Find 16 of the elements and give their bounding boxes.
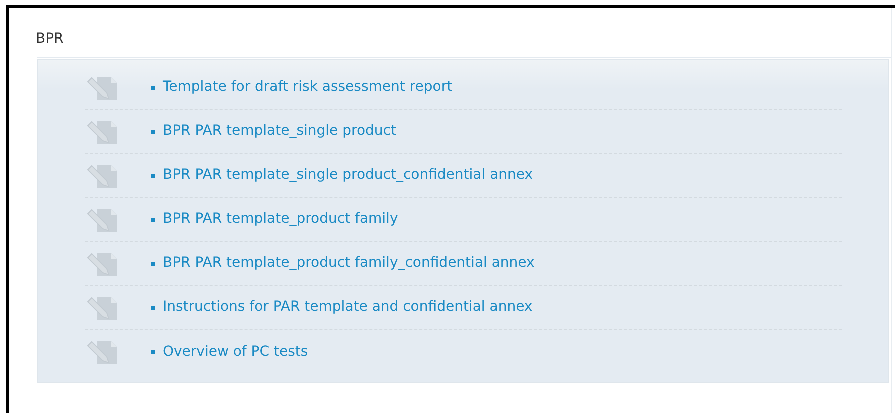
bullet-icon xyxy=(151,130,155,134)
bullet-icon xyxy=(151,218,155,222)
document-link[interactable]: BPR PAR template_single product xyxy=(163,121,396,142)
document-link[interactable]: Template for draft risk assessment report xyxy=(163,77,453,98)
bullet-icon xyxy=(151,174,155,178)
document-link[interactable]: Overview of PC tests xyxy=(163,342,308,362)
bullet-icon xyxy=(151,262,155,266)
bullet-icon xyxy=(151,350,155,354)
bullet-icon xyxy=(151,86,155,90)
document-link[interactable]: BPR PAR template_product family_confidential annex xyxy=(163,253,535,274)
document-link[interactable]: Instructions for PAR template and confidential annex xyxy=(163,297,533,318)
document-edit-icon xyxy=(85,338,119,366)
document-link[interactable]: BPR PAR template_product family xyxy=(163,209,398,230)
bullet-icon xyxy=(151,306,155,310)
document-link[interactable]: BPR PAR template_single product_confidential annex xyxy=(163,165,534,186)
section-title: BPR xyxy=(36,30,64,49)
